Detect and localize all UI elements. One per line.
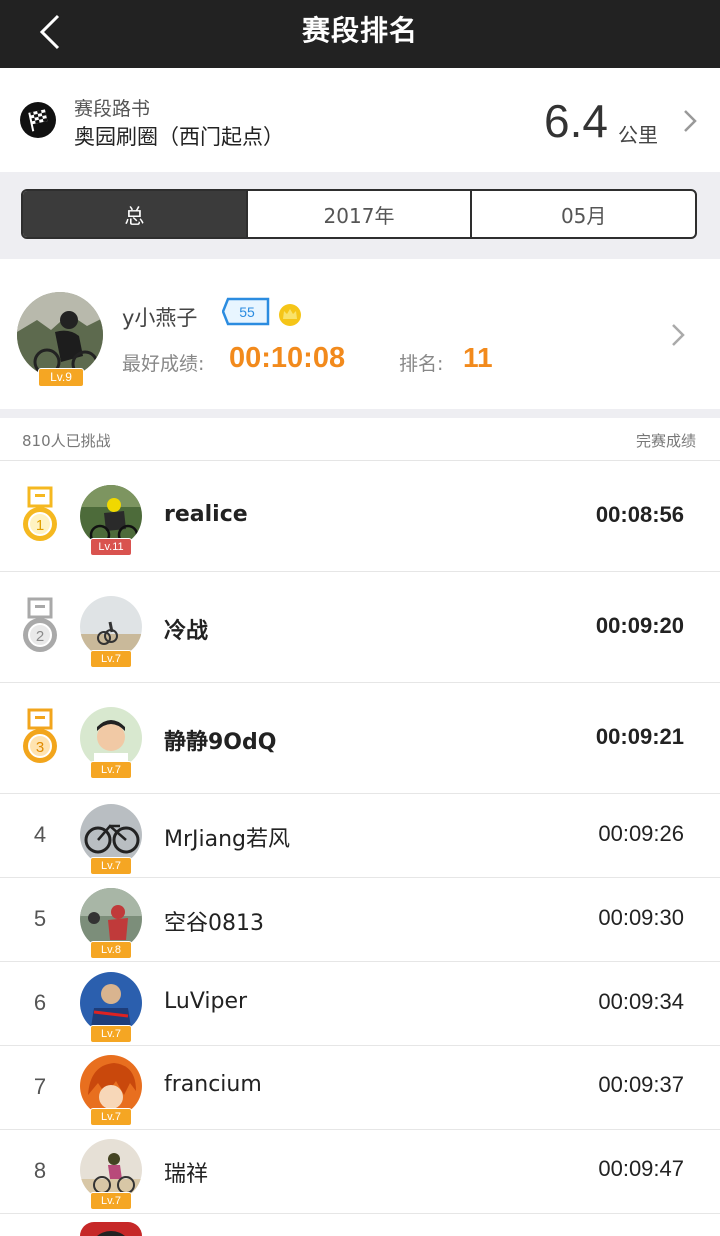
level-badge: Lv.8: [90, 941, 132, 959]
silver-medal-icon: 2: [23, 597, 57, 652]
finish-time: 00:09:37: [598, 1072, 684, 1097]
segment-distance: 6.4: [544, 95, 608, 147]
rank-number: 7: [33, 1074, 47, 1099]
segment-name: 奥园刷圈（西门起点）: [74, 125, 284, 149]
medal-rank-number: 1: [36, 517, 44, 534]
gold-medal-icon: 1: [23, 486, 57, 541]
top-bar: 赛段排名: [0, 0, 720, 68]
finish-time: 00:09:30: [598, 905, 684, 930]
avatar[interactable]: [80, 707, 142, 769]
avatar[interactable]: [80, 1222, 142, 1236]
my-record-card[interactable]: [0, 259, 720, 409]
finish-time: 00:08:56: [595, 502, 684, 527]
challenger-count: 810人已挑战: [22, 432, 111, 450]
level-badge: Lv.7: [90, 857, 132, 875]
user-name: 瑞祥: [164, 1162, 209, 1187]
checkered-flag-icon: [20, 102, 56, 138]
level-badge: Lv.7: [90, 1192, 132, 1210]
rank-number: 5: [33, 906, 47, 931]
chevron-right-icon[interactable]: [668, 320, 688, 350]
user-name: 静静9OdQ: [164, 730, 277, 755]
tab-month[interactable]: 05月: [470, 191, 695, 237]
finish-time-column-label: 完赛成绩: [635, 432, 696, 450]
divider: [0, 409, 720, 418]
best-score-label: 最好成绩:: [122, 353, 205, 375]
level-badge: Lv.7: [90, 650, 132, 668]
level-badge: Lv.7: [90, 761, 132, 779]
user-name: francium: [164, 1072, 262, 1097]
rank-number: 4: [33, 822, 47, 847]
rank-badge-icon: 55: [222, 297, 270, 326]
finish-time: 00:09:34: [598, 989, 684, 1014]
rank-number: 6: [33, 990, 47, 1015]
user-name: MrJiang若风: [164, 827, 291, 852]
segment-label: 赛段路书: [74, 98, 151, 120]
level-badge: Lv.7: [90, 1108, 132, 1126]
medal-rank-number: 2: [36, 628, 44, 645]
level-badge: Lv.7: [90, 1025, 132, 1043]
user-name: realice: [164, 502, 248, 527]
rank-number: 8: [33, 1158, 47, 1183]
finish-time: 00:09:21: [595, 724, 684, 749]
medal-rank-number: 3: [36, 739, 44, 756]
user-name: LuViper: [164, 989, 248, 1014]
tab-year[interactable]: 2017年: [245, 191, 471, 237]
tab-all[interactable]: 总: [23, 191, 246, 237]
best-score-value: 00:10:08: [229, 342, 346, 374]
my-username: y小燕子: [122, 306, 198, 330]
page-title: 赛段排名: [301, 14, 418, 47]
chevron-right-icon[interactable]: [680, 106, 700, 136]
period-tabs: 总 2017年 05月: [21, 189, 697, 239]
avatar[interactable]: [17, 292, 103, 378]
rank-value: 11: [463, 342, 493, 373]
user-name: 空谷0813: [164, 911, 264, 936]
rank-label: 排名:: [399, 353, 444, 375]
user-name: 冷战: [164, 619, 209, 644]
bronze-medal-icon: 3: [23, 708, 57, 763]
avatar[interactable]: [80, 596, 142, 658]
level-badge: Lv.9: [38, 368, 84, 387]
finish-time: 00:09:20: [595, 613, 684, 638]
level-badge: Lv.11: [90, 538, 132, 556]
distance-unit: 公里: [618, 123, 658, 147]
finish-time: 00:09:47: [598, 1156, 684, 1181]
crown-medal-icon: [279, 304, 301, 326]
finish-time: 00:09:26: [598, 821, 684, 846]
badge-number: 55: [239, 304, 255, 320]
